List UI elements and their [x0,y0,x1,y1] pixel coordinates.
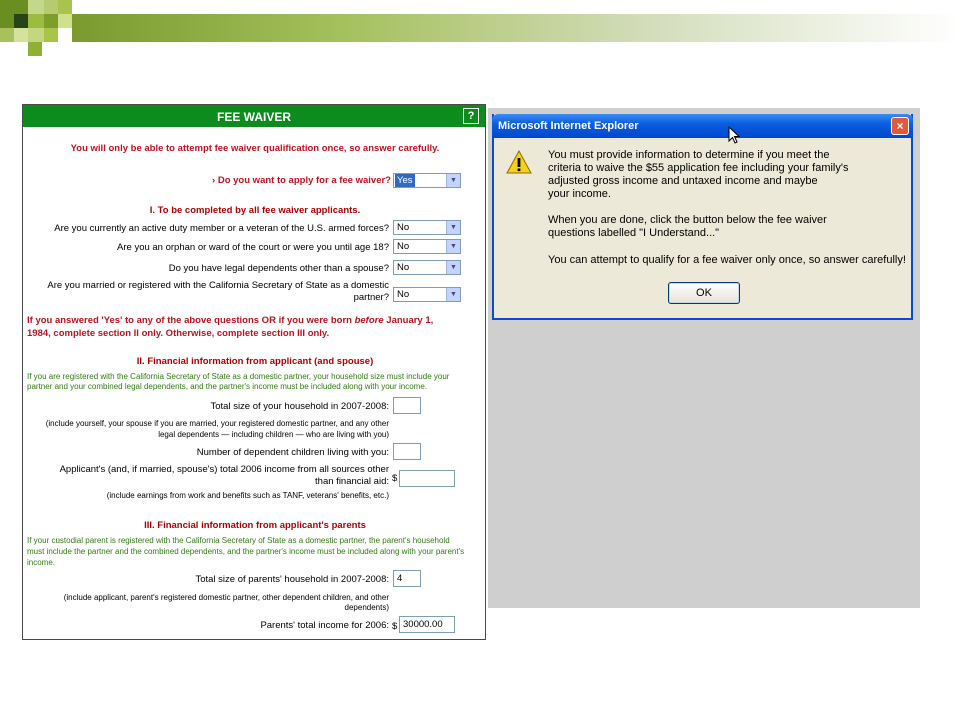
decor-square [28,28,44,42]
decor-square [58,0,72,14]
dependents-select[interactable]: No ▼ [393,260,461,275]
question-orphan: Are you an orphan or ward of the court o… [117,242,389,253]
form-warning: You will only be able to attempt fee wai… [70,143,440,154]
decor-square [28,42,42,56]
alert-dialog: Microsoft Internet Explorer × You must p… [492,114,913,320]
parents-income-currency: $ [392,621,398,632]
parents-household-input[interactable]: 4 [393,570,421,587]
question-married-line2: partner? [353,292,389,303]
parents-household-label: Total size of parents' household in 2007… [195,574,389,585]
income-label-line2: than financial aid: [315,476,389,487]
decor-square [44,28,58,42]
married-value: No [397,289,410,300]
orphan-select[interactable]: No ▼ [393,239,461,254]
decor-square [14,28,28,42]
parents-income-input[interactable]: 30000.00 [399,616,455,633]
decor-square [58,14,72,28]
section3-heading: III. Financial information from applican… [144,520,366,531]
decor-square [0,28,14,42]
instruction-part2: January 1, [383,315,434,326]
section3-info-line1: If your custodial parent is registered w… [27,536,450,545]
orphan-value: No [397,241,410,252]
dialog-message-line: You must provide information to determin… [548,149,830,161]
section2-info-line2: partner and your combined legal dependen… [27,382,427,391]
section2-info-line1: If you are registered with the Californi… [27,372,450,381]
section3-info-line2: must include the partner and the combine… [27,547,465,556]
section3-info-line3: income. [27,558,56,567]
dialog-message-line: When you are done, click the button belo… [548,214,827,226]
section2-heading: II. Financial information from applicant… [136,356,374,367]
chevron-down-icon: ▼ [446,261,460,274]
instruction-emphasis: before [354,315,384,326]
household-note-line2: legal dependents — including children — … [158,430,389,439]
dialog-message-line: criteria to waive the $55 application fe… [548,162,849,174]
children-input[interactable] [393,443,421,460]
dialog-message-line: questions labelled "I Understand..." [548,227,720,239]
apply-select[interactable]: Yes ▼ [393,173,461,188]
dialog-message-line: You can attempt to qualify for a fee wai… [548,254,906,266]
dialog-message-line: your income. [548,188,611,200]
armed-forces-value: No [397,222,410,233]
decor-square [14,14,28,28]
household-size-input[interactable] [393,397,421,414]
dialog-titlebar[interactable]: Microsoft Internet Explorer × [492,114,913,138]
help-icon[interactable]: ? [463,108,479,124]
mouse-cursor-icon [728,126,740,144]
chevron-down-icon: ▼ [446,174,460,187]
chevron-down-icon: ▼ [446,221,460,234]
parents-income-label: Parents' total income for 2006: [260,620,389,631]
warning-icon [506,150,532,174]
question-armed-forces: Are you currently an active duty member … [54,223,389,234]
income-input[interactable] [399,470,455,487]
armed-forces-select[interactable]: No ▼ [393,220,461,235]
ok-button[interactable]: OK [668,282,740,304]
income-note: (include earnings from work and benefits… [106,491,389,500]
children-label: Number of dependent children living with… [196,447,389,458]
decor-square [28,0,44,14]
dialog-message-line: adjusted gross income and untaxed income… [548,175,818,187]
dependents-value: No [397,262,410,273]
fee-waiver-form: FEE WAIVER ? You will only be able to at… [22,104,486,640]
apply-question-label: Do you want to apply for a fee waiver? [217,175,391,186]
apply-question: › Do you want to apply for a fee waiver? [143,175,391,186]
chevron-down-icon: ▼ [446,288,460,301]
question-married-line1: Are you married or registered with the C… [47,280,389,291]
dialog-title: Microsoft Internet Explorer [498,120,639,132]
decor-square [44,14,58,28]
apply-select-value: Yes [395,174,415,187]
form-header: FEE WAIVER ? [23,105,485,129]
household-note-line1: (include yourself, your spouse if you ar… [45,419,389,428]
apply-marker-icon: › [212,175,216,186]
parents-household-note-line1: (include applicant, parent's registered … [63,593,389,602]
slide-stage: FEE WAIVER ? You will only be able to at… [0,0,960,720]
decor-square [28,14,44,28]
instruction-line2: 1984, complete section II only. Otherwis… [27,328,330,339]
household-size-label: Total size of your household in 2007-200… [210,401,389,412]
close-button[interactable]: × [891,117,909,135]
section-instruction: If you answered 'Yes' to any of the abov… [27,314,483,340]
question-dependents: Do you have legal dependents other than … [168,263,389,274]
decor-gradient-bar [72,14,960,42]
chevron-down-icon: ▼ [446,240,460,253]
parents-household-note-line2: dependents) [344,603,389,612]
instruction-part1: If you answered 'Yes' to any of the abov… [27,315,355,326]
section1-heading: I. To be completed by all fee waiver app… [149,205,361,216]
decor-square [44,0,58,14]
married-select[interactable]: No ▼ [393,287,461,302]
income-currency: $ [392,473,398,484]
form-title: FEE WAIVER [216,110,291,124]
income-label-line1: Applicant's (and, if married, spouse's) … [59,464,389,475]
